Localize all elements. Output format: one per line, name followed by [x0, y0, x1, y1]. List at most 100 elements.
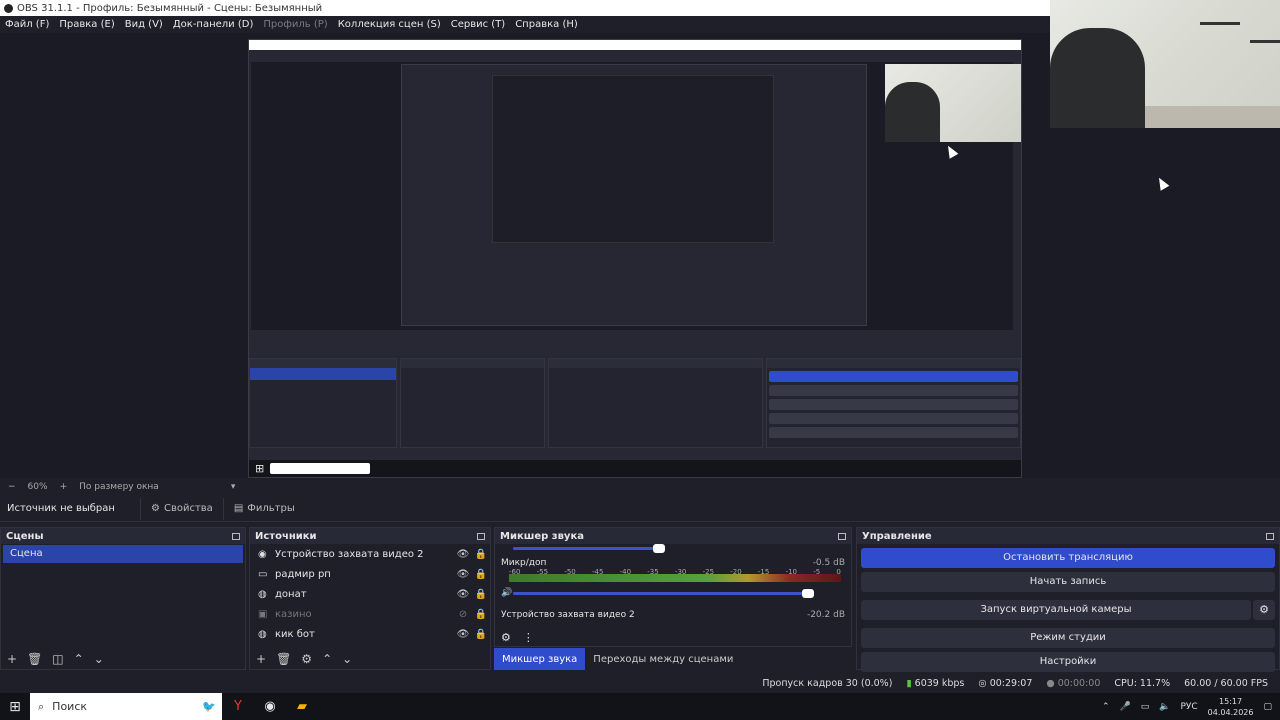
virtual-cam-button[interactable]: Запуск виртуальной камеры [861, 600, 1251, 620]
menu-bar: Файл (F) Правка (E) Вид (V) Док-панели (… [0, 16, 1050, 33]
nested-source-row [401, 404, 544, 416]
notification-icon[interactable]: ▢ [1263, 702, 1272, 712]
zoom-in-button[interactable]: + [60, 482, 68, 492]
menu-dots-icon[interactable]: ⋮ [523, 631, 534, 644]
lock-icon[interactable]: 🔒 [472, 549, 490, 560]
trash-icon[interactable]: 🗑 [276, 652, 291, 666]
source-item[interactable]: ◍ кик бот 👁 🔒 [250, 624, 490, 644]
stop-stream-button[interactable]: Остановить трансляцию [861, 548, 1275, 568]
menu-profile[interactable]: Профиль (P) [263, 19, 327, 30]
zoom-mode-select[interactable]: По размеру окна [79, 482, 159, 492]
lock-icon[interactable]: 🔒 [472, 569, 490, 580]
speaker-icon[interactable]: 🔈 [1159, 702, 1170, 712]
add-icon[interactable]: + [7, 652, 17, 666]
shelf-shape [1200, 22, 1240, 25]
broadcast-icon: ◎ [978, 677, 987, 689]
zoom-out-button[interactable]: − [8, 482, 16, 492]
settings-button[interactable]: Настройки [861, 652, 1275, 672]
gear-icon[interactable]: ⚙ [301, 652, 312, 666]
trash-icon[interactable]: 🗑 [27, 652, 42, 666]
eye-icon[interactable]: 👁 [454, 549, 472, 560]
source-item[interactable]: ▭ радмир рп 👁 🔒 [250, 564, 490, 584]
eye-icon[interactable]: 👁 [454, 589, 472, 600]
menu-file[interactable]: Файл (F) [5, 19, 49, 30]
source-item[interactable]: ◍ донат 👁 🔒 [250, 584, 490, 604]
volume-slider[interactable] [513, 544, 665, 553]
eye-icon[interactable]: 👁 [454, 629, 472, 640]
undock-icon[interactable] [838, 532, 846, 540]
context-bar: Источник не выбран ⚙ Свойства ▤ Фильтры [0, 496, 1280, 522]
obs-taskbar-icon[interactable]: ◉ [254, 693, 286, 720]
nested-menubar [249, 50, 1021, 60]
slider-knob[interactable] [801, 589, 814, 598]
nested-titlebar [249, 40, 1021, 50]
filter-icon[interactable]: ◫ [52, 652, 63, 666]
chevron-up-icon[interactable]: ⌃ [74, 652, 84, 666]
window-title: OBS 31.1.1 - Профиль: Безымянный - Сцены… [17, 2, 323, 14]
menu-scenes[interactable]: Коллекция сцен (S) [338, 19, 441, 30]
nested-mixer-dock [548, 358, 763, 448]
yandex-browser-icon[interactable]: Y [222, 693, 254, 720]
game-launcher-icon[interactable]: ▰ [286, 693, 318, 720]
nested-chair-shape [885, 82, 940, 142]
source-label: радмир рп [275, 568, 331, 580]
chevron-down-icon[interactable]: ▾ [231, 482, 236, 492]
chevron-down-icon[interactable]: ⌄ [94, 652, 104, 666]
eye-icon[interactable]: 👁 [454, 569, 472, 580]
volume-icon[interactable]: 🔊 [501, 588, 512, 598]
windows-taskbar: ⊞ ⌕ Поиск 🐦 Y ◉ ▰ ⌃ 🎤 ▭ 🔈 РУС 15:17 04.0… [0, 693, 1280, 720]
lock-icon[interactable]: 🔒 [472, 609, 490, 620]
menu-tools[interactable]: Сервис (T) [451, 19, 505, 30]
tab-transitions[interactable]: Переходы между сценами [585, 648, 741, 670]
slider-knob[interactable] [653, 544, 665, 553]
properties-button[interactable]: ⚙ Свойства [140, 497, 223, 520]
floor-shape [1140, 106, 1280, 128]
chevron-down-icon[interactable]: ⌄ [342, 652, 352, 666]
clock-date: 04.04.2026 [1207, 707, 1254, 717]
virtual-cam-row: Запуск виртуальной камеры ⚙ [857, 596, 1275, 624]
filter-icon: ▤ [233, 503, 244, 514]
nested-capture: ⊞ [248, 39, 1022, 478]
bitrate: 6039 kbps [914, 677, 965, 689]
lock-icon[interactable]: 🔒 [472, 629, 490, 640]
mixer-channel-mic: Микр/доп -0.5 dB -60 -55 -50 -45 -40 -35 -30 -2… [495, 556, 851, 608]
start-record-button[interactable]: Начать запись [861, 572, 1275, 592]
chevron-up-icon[interactable]: ⌃ [1102, 702, 1110, 712]
cpu-usage: CPU: 11.7% [1114, 677, 1171, 689]
taskbar-search[interactable]: ⌕ Поиск 🐦 [30, 693, 222, 720]
clock[interactable]: 15:17 04.04.2026 [1208, 696, 1254, 718]
studio-mode-button[interactable]: Режим студии [861, 628, 1275, 648]
tab-mixer[interactable]: Микшер звука [494, 648, 586, 670]
eye-hidden-icon[interactable]: ⊘ [454, 609, 472, 620]
menu-edit[interactable]: Правка (E) [59, 19, 114, 30]
gear-icon[interactable]: ⚙ [1253, 600, 1275, 620]
microphone-icon[interactable]: 🎤 [1120, 702, 1131, 712]
source-item[interactable]: ▣ казино ⊘ 🔒 [250, 604, 490, 624]
nested-webcam-feed [885, 64, 1021, 142]
language-indicator[interactable]: РУС [1180, 702, 1197, 712]
windows-start-icon[interactable]: ⊞ [0, 693, 30, 720]
nested-vcam-button [769, 399, 1018, 410]
mixer-tabs: Микшер звука Переходы между сценами [494, 648, 741, 670]
undock-icon[interactable] [1266, 532, 1274, 540]
menu-docks[interactable]: Док-панели (D) [173, 19, 254, 30]
controls-dock: Управление Остановить трансляцию Начать … [856, 527, 1280, 672]
sources-toolbar: + 🗑 ⚙ ⌃ ⌄ [250, 649, 490, 669]
chevron-up-icon[interactable]: ⌃ [322, 652, 332, 666]
volume-slider[interactable] [513, 589, 814, 598]
gear-icon[interactable]: ⚙ [501, 631, 511, 644]
nested-mixer-header [549, 359, 762, 368]
network-icon[interactable]: ▭ [1141, 702, 1150, 712]
audio-meter [509, 574, 841, 582]
undock-icon[interactable] [477, 532, 485, 540]
menu-help[interactable]: Справка (H) [515, 19, 578, 30]
undock-icon[interactable] [232, 532, 240, 540]
menu-view[interactable]: Вид (V) [125, 19, 163, 30]
source-item[interactable]: ◉ Устройство захвата видео 2 👁 🔒 [250, 544, 490, 564]
sources-title: Источники [255, 530, 317, 542]
add-icon[interactable]: + [256, 652, 266, 666]
lock-icon[interactable]: 🔒 [472, 589, 490, 600]
sources-header: Источники [250, 528, 490, 544]
filters-button[interactable]: ▤ Фильтры [222, 497, 305, 520]
scene-item[interactable]: Сцена [3, 545, 243, 563]
